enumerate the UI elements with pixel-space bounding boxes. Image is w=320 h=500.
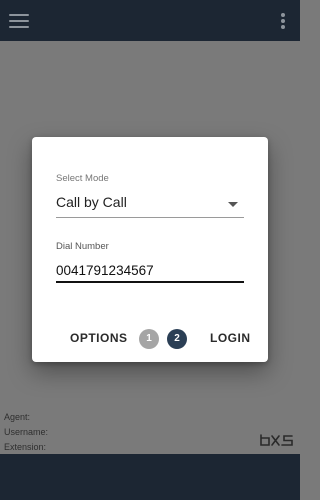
- extension-label: Extension:: [4, 442, 47, 452]
- login-button[interactable]: LOGIN: [210, 331, 251, 345]
- login-dialog: Select Mode Call by Call Dial Number OPT…: [32, 137, 268, 362]
- top-app-bar: [0, 0, 300, 41]
- username-label: Username:: [4, 427, 49, 437]
- hamburger-menu-icon[interactable]: [9, 13, 29, 28]
- agent-info: Agent: Username: Extension:: [4, 410, 48, 455]
- step-indicator-1: 1: [139, 329, 159, 349]
- dial-number-input[interactable]: [56, 259, 244, 283]
- more-vert-icon[interactable]: [278, 12, 288, 30]
- dropdown-arrow-icon: [228, 202, 238, 207]
- select-mode-value: Call by Call: [56, 194, 127, 210]
- agent-label: Agent:: [4, 412, 31, 422]
- brand-logo-icon: [260, 434, 293, 446]
- dial-number-label: Dial Number: [56, 241, 109, 252]
- bottom-bar: [0, 454, 300, 500]
- options-button[interactable]: OPTIONS: [70, 331, 128, 345]
- select-mode-label: Select Mode: [56, 173, 109, 184]
- select-mode-dropdown[interactable]: Call by Call: [56, 191, 244, 218]
- step-indicator-2: 2: [167, 329, 187, 349]
